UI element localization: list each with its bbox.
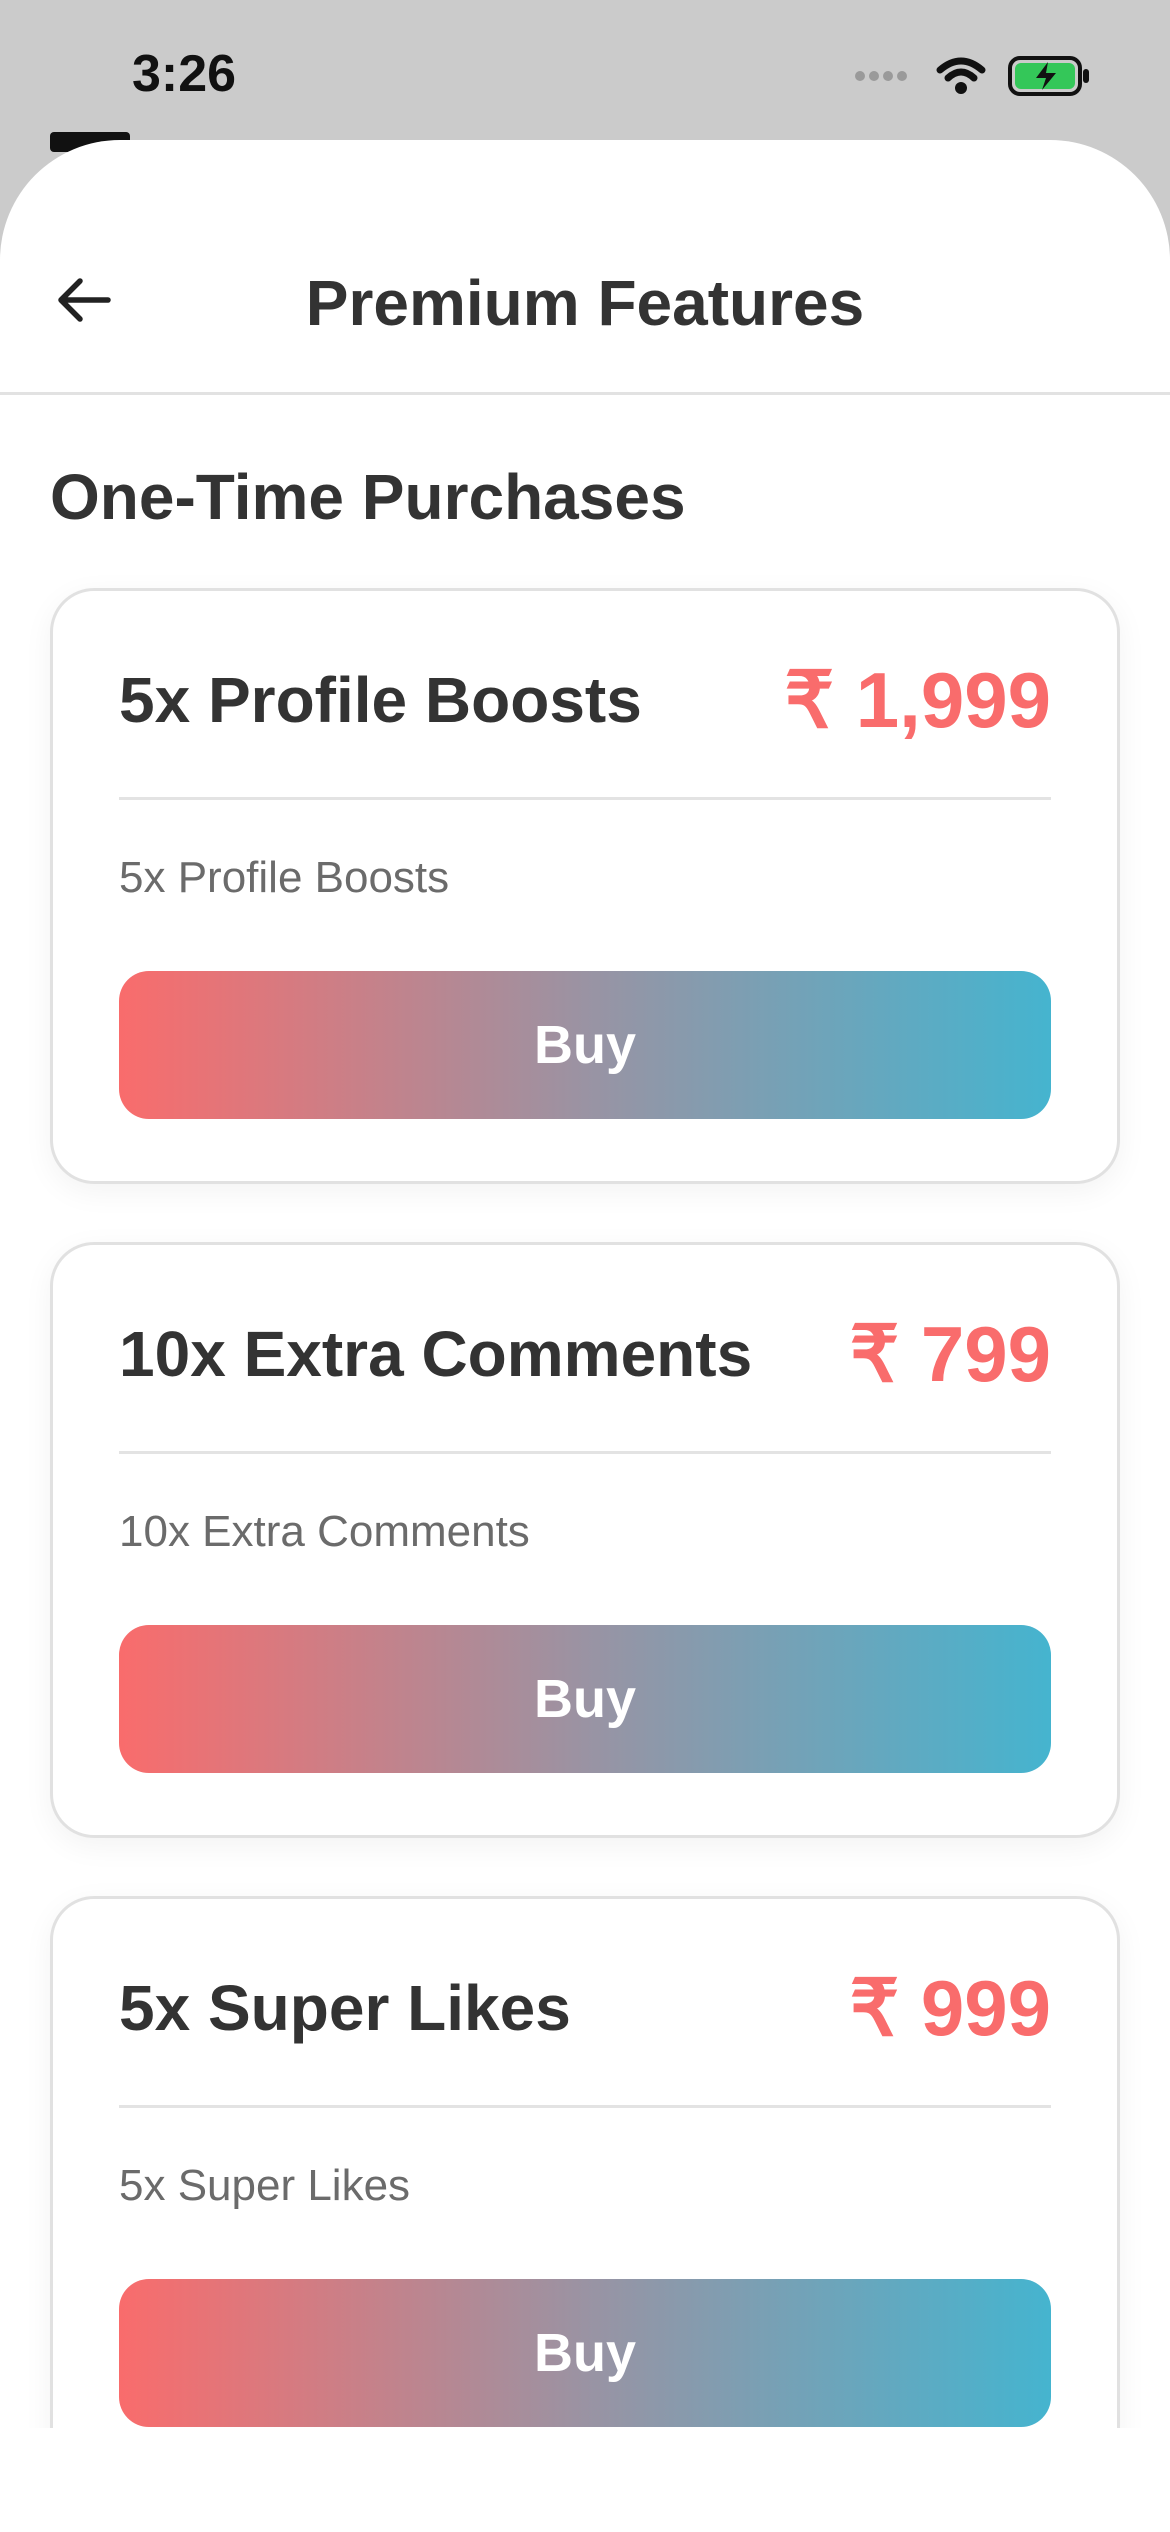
card-divider xyxy=(119,2105,1051,2108)
signal-icon xyxy=(854,66,914,91)
product-name: 10x Extra Comments xyxy=(119,1318,753,1390)
card-divider xyxy=(119,1451,1051,1454)
card-divider xyxy=(119,797,1051,800)
sheet-header: Premium Features xyxy=(0,140,1170,395)
product-price: ₹ 999 xyxy=(849,1964,1051,2052)
product-description: 5x Super Likes xyxy=(119,2161,411,2210)
page-title: Premium Features xyxy=(305,267,865,339)
buy-button[interactable]: Buy xyxy=(119,2279,1051,2427)
buy-button[interactable]: Buy xyxy=(119,971,1051,1119)
status-icons xyxy=(854,54,1092,102)
product-card: 5x Super Likes ₹ 999 5x Super Likes Buy xyxy=(50,1896,1120,2492)
product-description: 5x Profile Boosts xyxy=(119,853,450,902)
product-price: ₹ 1,999 xyxy=(784,656,1052,744)
buy-button[interactable]: Buy xyxy=(119,1625,1051,1773)
status-time: 3:26 xyxy=(132,45,237,103)
premium-features-sheet: Premium Features One-Time Purchases 5x P… xyxy=(0,140,1170,2532)
wifi-icon xyxy=(936,56,986,101)
product-name: 5x Super Likes xyxy=(119,1972,571,2044)
battery-icon xyxy=(1008,55,1092,101)
product-description: 10x Extra Comments xyxy=(119,1507,530,1556)
status-bar: 3:26 xyxy=(0,0,1170,150)
product-price: ₹ 799 xyxy=(849,1310,1051,1398)
section-title: One-Time Purchases xyxy=(50,461,686,533)
product-name: 5x Profile Boosts xyxy=(119,664,642,736)
product-card: 5x Profile Boosts ₹ 1,999 5x Profile Boo… xyxy=(50,588,1120,1184)
bottom-safe-area xyxy=(0,2428,1170,2532)
product-card: 10x Extra Comments ₹ 799 10x Extra Comme… xyxy=(50,1242,1120,1838)
